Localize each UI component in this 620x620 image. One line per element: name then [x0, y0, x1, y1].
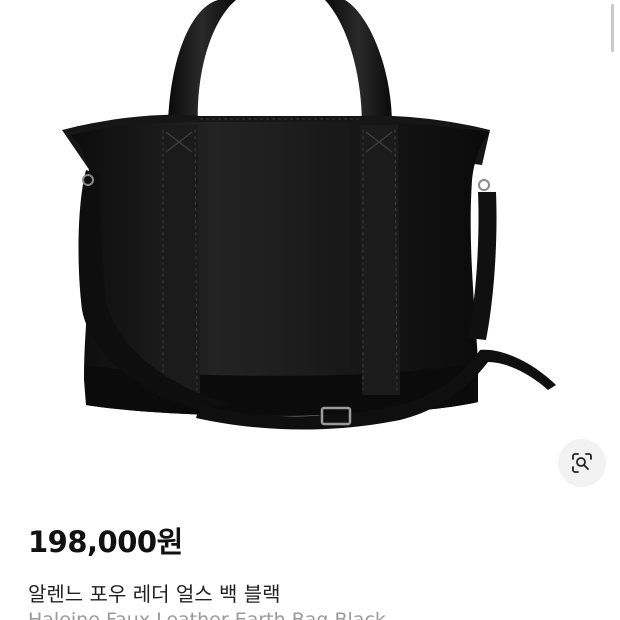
visual-search-lens-icon	[572, 453, 592, 473]
visual-search-button[interactable]	[558, 439, 606, 487]
black-leather-tote-bag-illustration	[62, 0, 556, 430]
scrollbar[interactable]	[611, 4, 614, 52]
product-image[interactable]	[0, 0, 620, 500]
product-title-english: Haleine Faux Leather Earth Bag Black	[28, 609, 386, 620]
product-price: 198,000원	[28, 525, 183, 559]
product-title-korean: 알렌느 포우 레더 얼스 백 블랙	[28, 582, 281, 606]
